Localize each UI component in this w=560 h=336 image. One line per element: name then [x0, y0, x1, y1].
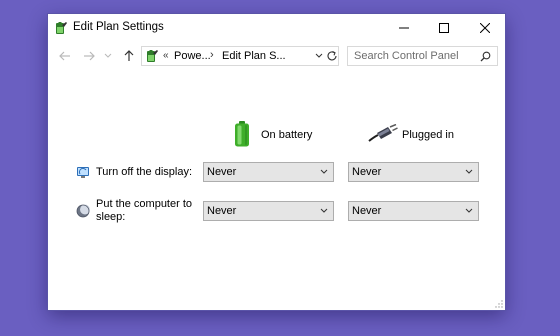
sleep-on-battery-dropdown[interactable]: Never: [203, 201, 334, 221]
minimize-button[interactable]: [384, 14, 424, 42]
forward-button[interactable]: [81, 48, 97, 64]
turn-off-display-label: Turn off the display:: [96, 166, 192, 178]
sleep-plugged-in-dropdown[interactable]: Never: [348, 201, 479, 221]
refresh-icon: [327, 51, 337, 61]
address-bar[interactable]: « Powe... › Edit Plan S...: [141, 46, 339, 66]
on-battery-column-header: On battery: [261, 129, 313, 141]
back-button[interactable]: [57, 48, 73, 64]
turn-off-display-on-battery-dropdown[interactable]: Never: [203, 162, 334, 182]
close-button[interactable]: [465, 14, 505, 42]
chevron-down-icon: [320, 169, 328, 174]
arrow-right-icon: [84, 51, 95, 61]
sleep-label-line-1: Put the computer to: [96, 198, 192, 210]
breadcrumb-separator[interactable]: ›: [210, 49, 214, 61]
arrow-left-icon: [59, 51, 70, 61]
search-box[interactable]: [347, 46, 498, 66]
window-title: Edit Plan Settings: [73, 21, 164, 33]
edit-plan-settings-window: Edit Plan Settings « Powe... › Edit Plan…: [48, 14, 505, 310]
power-plug-icon: [368, 124, 398, 142]
maximize-button[interactable]: [424, 14, 464, 42]
resize-grip-icon[interactable]: [495, 300, 503, 308]
maximize-icon: [439, 23, 449, 33]
dropdown-selected-value: Never: [352, 205, 382, 217]
title-bar[interactable]: Edit Plan Settings: [48, 14, 505, 42]
arrow-up-icon: [124, 50, 134, 61]
breadcrumb-edit-plan-settings[interactable]: Edit Plan S...: [222, 50, 286, 62]
search-icon[interactable]: [480, 51, 491, 62]
search-input[interactable]: [354, 49, 472, 63]
close-icon: [480, 23, 490, 33]
chevron-down-icon: [315, 53, 323, 58]
turn-off-display-plugged-in-dropdown[interactable]: Never: [348, 162, 479, 182]
chevron-down-icon: [104, 53, 112, 58]
address-dropdown-button[interactable]: [314, 50, 324, 62]
dropdown-selected-value: Never: [207, 205, 237, 217]
display-icon: [77, 167, 89, 178]
chevron-down-icon: [465, 208, 473, 213]
up-button[interactable]: [121, 48, 137, 64]
moon-icon: [76, 204, 90, 218]
dropdown-selected-value: Never: [352, 166, 382, 178]
dropdown-selected-value: Never: [207, 166, 237, 178]
sleep-label-line-2: sleep:: [96, 211, 126, 223]
refresh-button[interactable]: [324, 46, 340, 66]
recent-locations-button[interactable]: [103, 48, 113, 64]
chevron-down-icon: [465, 169, 473, 174]
minimize-icon: [399, 27, 409, 29]
power-options-icon: [147, 50, 158, 62]
breadcrumb-overflow[interactable]: «: [163, 50, 169, 61]
battery-icon: [235, 121, 249, 147]
plugged-in-column-header: Plugged in: [402, 129, 454, 141]
chevron-down-icon: [320, 208, 328, 213]
breadcrumb-power-options[interactable]: Powe...: [174, 50, 211, 62]
navigation-bar: « Powe... › Edit Plan S...: [48, 42, 505, 70]
power-options-icon: [56, 22, 67, 34]
